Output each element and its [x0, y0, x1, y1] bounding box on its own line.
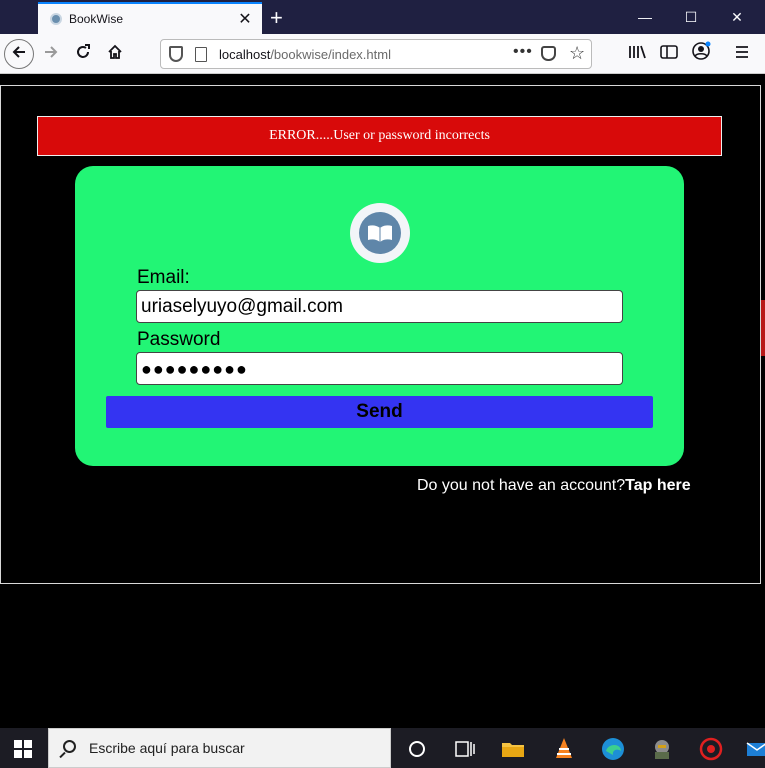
vlc-icon[interactable] [551, 736, 577, 762]
mail-icon[interactable] [744, 736, 765, 762]
close-tab-icon[interactable]: ✕ [236, 9, 254, 29]
maximize-button[interactable]: ☐ [668, 4, 714, 30]
url-host: localhost [219, 47, 271, 62]
new-tab-button[interactable]: + [270, 5, 283, 31]
browser-tab-strip: BookWise ✕ + — ☐ ✕ [0, 0, 765, 34]
minimize-button[interactable]: — [622, 4, 668, 30]
book-logo-icon [350, 203, 410, 263]
antivirus-icon[interactable] [698, 736, 724, 762]
tab-title: BookWise [69, 12, 124, 26]
signup-link[interactable]: Tap here [625, 477, 691, 494]
error-message: ERROR.....User or password incorrects [37, 116, 722, 156]
library-icon[interactable] [624, 41, 650, 67]
browser-tab[interactable]: BookWise ✕ [38, 2, 262, 34]
url-path: /bookwise/index.html [270, 47, 391, 62]
search-icon [63, 740, 76, 753]
password-label: Password [137, 329, 221, 350]
search-placeholder: Escribe aquí para buscar [89, 740, 245, 756]
file-explorer-icon[interactable] [500, 736, 526, 762]
send-button[interactable]: Send [106, 396, 653, 428]
browser-navbar: localhost/bookwise/index.html ••• ☆ [0, 34, 765, 74]
taskbar-search[interactable]: Escribe aquí para buscar [48, 728, 391, 768]
account-icon[interactable] [688, 41, 714, 67]
taskbar: Escribe aquí para buscar [0, 728, 765, 768]
windows-start-icon[interactable] [14, 740, 32, 758]
url-bar[interactable]: localhost/bookwise/index.html ••• ☆ [160, 39, 592, 69]
task-view-icon[interactable] [451, 736, 477, 762]
shield-icon[interactable] [169, 46, 183, 62]
password-field[interactable]: ●●●●●●●●● [136, 352, 623, 385]
cortana-icon[interactable] [404, 736, 430, 762]
email-field[interactable]: uriaselyuyo@gmail.com [136, 290, 623, 323]
home-icon[interactable] [102, 41, 128, 67]
sidebar-icon[interactable] [656, 41, 682, 67]
forward-arrow-icon[interactable] [38, 41, 64, 67]
close-window-button[interactable]: ✕ [714, 4, 760, 30]
signup-prompt: Do you not have an account?Tap here [417, 477, 691, 495]
page-info-icon[interactable] [195, 47, 207, 62]
pocket-icon[interactable] [541, 46, 556, 61]
favicon-icon [50, 13, 62, 25]
game-icon[interactable] [649, 736, 675, 762]
back-arrow-icon[interactable] [4, 39, 34, 69]
page-actions-icon[interactable]: ••• [513, 43, 533, 61]
window-edge [761, 300, 765, 356]
url-text[interactable]: localhost/bookwise/index.html [219, 47, 391, 62]
login-card: Email: uriaselyuyo@gmail.com Password ●●… [75, 166, 684, 466]
edge-icon[interactable] [600, 736, 626, 762]
menu-icon[interactable] [729, 41, 755, 67]
bookmark-star-icon[interactable]: ☆ [569, 43, 585, 64]
signup-prompt-text: Do you not have an account? [417, 477, 626, 494]
email-label: Email: [137, 267, 190, 288]
reload-icon[interactable] [70, 41, 96, 67]
